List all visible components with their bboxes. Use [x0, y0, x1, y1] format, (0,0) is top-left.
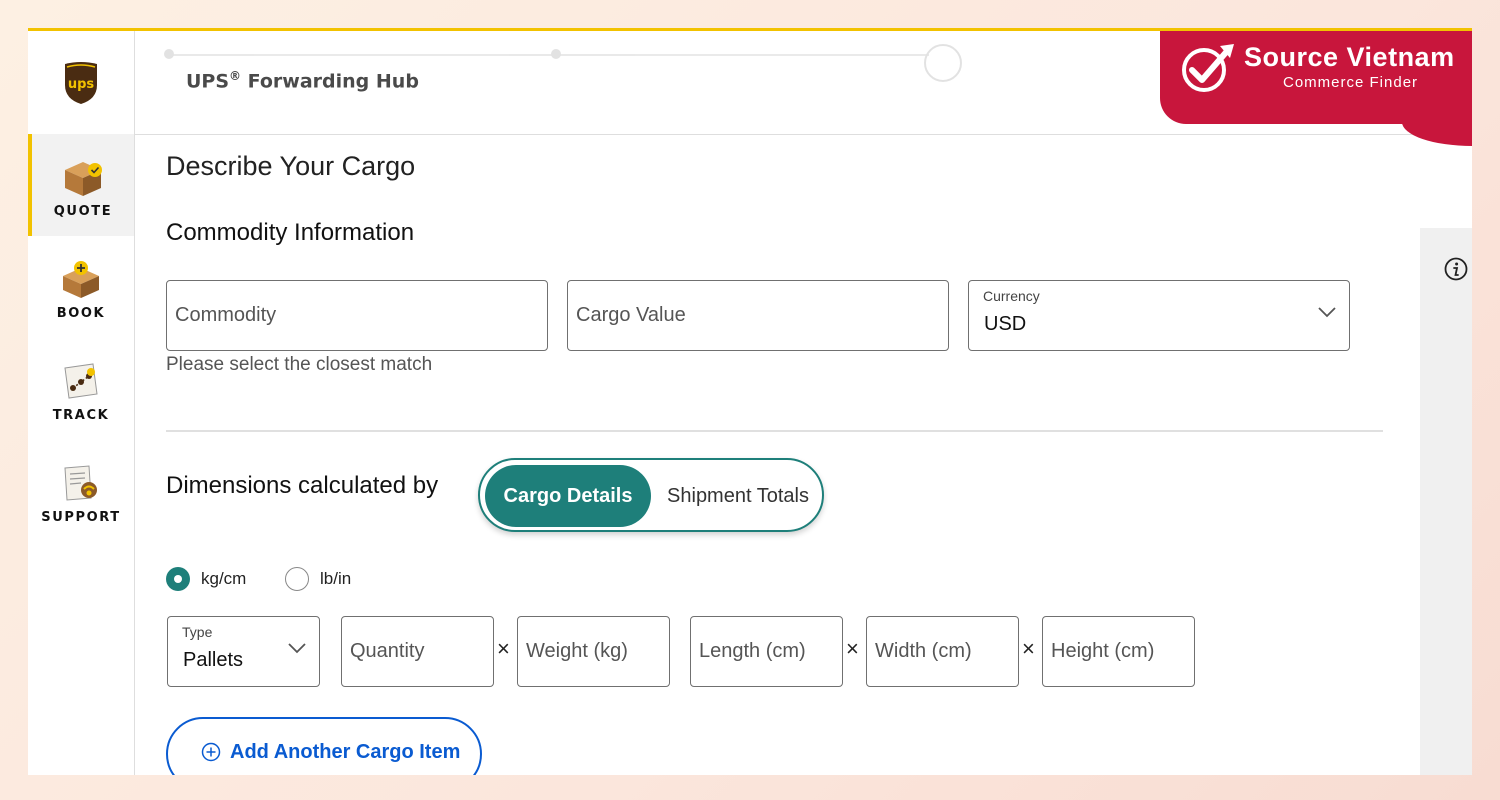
commodity-hint: Please select the closest match [166, 354, 433, 375]
support-icon [64, 465, 97, 501]
unit-label-lb-in: lb/in [320, 569, 352, 588]
sidebar-item-book[interactable]: BOOK [28, 236, 134, 338]
toggle-cargo-details[interactable]: Cargo Details [485, 465, 651, 527]
commodity-input[interactable]: Commodity [166, 280, 548, 351]
toggle-shipment-totals[interactable]: Shipment Totals [658, 465, 818, 527]
sidebar-item-support[interactable]: SUPPORT [28, 440, 134, 542]
sidebar-item-label: TRACK [52, 408, 110, 423]
type-label: Type [182, 624, 213, 640]
info-rail [1420, 228, 1472, 775]
check-arrow-icon [1182, 44, 1234, 92]
unit-label-kg-cm: kg/cm [201, 569, 247, 588]
svg-text:ups: ups [68, 77, 95, 92]
sidebar-item-label: SUPPORT [41, 510, 121, 525]
commodity-placeholder: Commodity [175, 304, 277, 326]
main-content: Describe Your Cargo Commodity Informatio… [166, 134, 1420, 775]
multiply-sign: × [497, 636, 510, 661]
chevron-down-icon [1318, 307, 1336, 318]
cargo-value-input[interactable]: Cargo Value [567, 280, 949, 351]
book-box-icon [63, 261, 99, 298]
width-input[interactable]: Width (cm) [866, 616, 1019, 687]
brand-name: Source Vietnam [1244, 42, 1455, 72]
plus-circle-icon [201, 742, 221, 762]
cargo-type-select[interactable]: Type Pallets [167, 616, 320, 687]
sidebar-item-quote[interactable]: QUOTE [28, 134, 134, 236]
multiply-sign: × [846, 636, 859, 661]
add-cargo-item-label: Add Another Cargo Item [230, 741, 461, 763]
sidebar-item-track[interactable]: TRACK [28, 338, 134, 440]
sidebar-item-label: QUOTE [53, 204, 113, 219]
type-value: Pallets [183, 649, 244, 671]
sidebar-nav: QUOTE BOOK TRACK SUPPORT [28, 134, 135, 775]
dimensions-mode-toggle: Cargo Details Shipment Totals [478, 458, 824, 532]
app-window: ups UPS® Forwarding Hub Source Vietnam C… [28, 28, 1472, 775]
cargo-value-placeholder: Cargo Value [576, 304, 686, 326]
currency-value: USD [984, 313, 1027, 335]
section-divider [166, 430, 1383, 432]
currency-label: Currency [983, 288, 1040, 304]
ups-shield-icon: ups [65, 61, 97, 104]
ups-logo[interactable]: ups [28, 31, 135, 134]
info-icon[interactable] [1444, 257, 1468, 281]
page-title: Describe Your Cargo [166, 151, 416, 181]
sidebar-item-label: BOOK [56, 306, 106, 321]
top-header: ups UPS® Forwarding Hub Source Vietnam C… [28, 31, 1472, 146]
unit-radio-lb-in[interactable] [285, 567, 309, 591]
track-icon [64, 363, 98, 399]
height-input[interactable]: Height (cm) [1042, 616, 1195, 687]
quantity-placeholder: Quantity [350, 640, 425, 662]
height-placeholder: Height (cm) [1051, 640, 1155, 662]
quantity-input[interactable]: Quantity [341, 616, 494, 687]
add-cargo-item-button[interactable]: Add Another Cargo Item [166, 717, 482, 775]
commodity-heading: Commodity Information [166, 219, 415, 246]
weight-placeholder: Weight (kg) [526, 640, 628, 662]
width-placeholder: Width (cm) [875, 640, 972, 662]
multiply-sign: × [1022, 636, 1035, 661]
quote-box-icon [65, 162, 102, 196]
length-placeholder: Length (cm) [699, 640, 806, 662]
weight-input[interactable]: Weight (kg) [517, 616, 670, 687]
app-title: UPS® Forwarding Hub [186, 69, 419, 93]
brand-tagline: Commerce Finder [1283, 74, 1419, 91]
length-input[interactable]: Length (cm) [690, 616, 843, 687]
currency-select[interactable]: Currency USD [968, 280, 1350, 351]
dimensions-heading: Dimensions calculated by [166, 472, 439, 499]
chevron-down-icon [288, 643, 306, 654]
unit-radio-kg-cm[interactable] [166, 567, 190, 591]
source-vietnam-badge: Source Vietnam Commerce Finder [1160, 31, 1472, 146]
